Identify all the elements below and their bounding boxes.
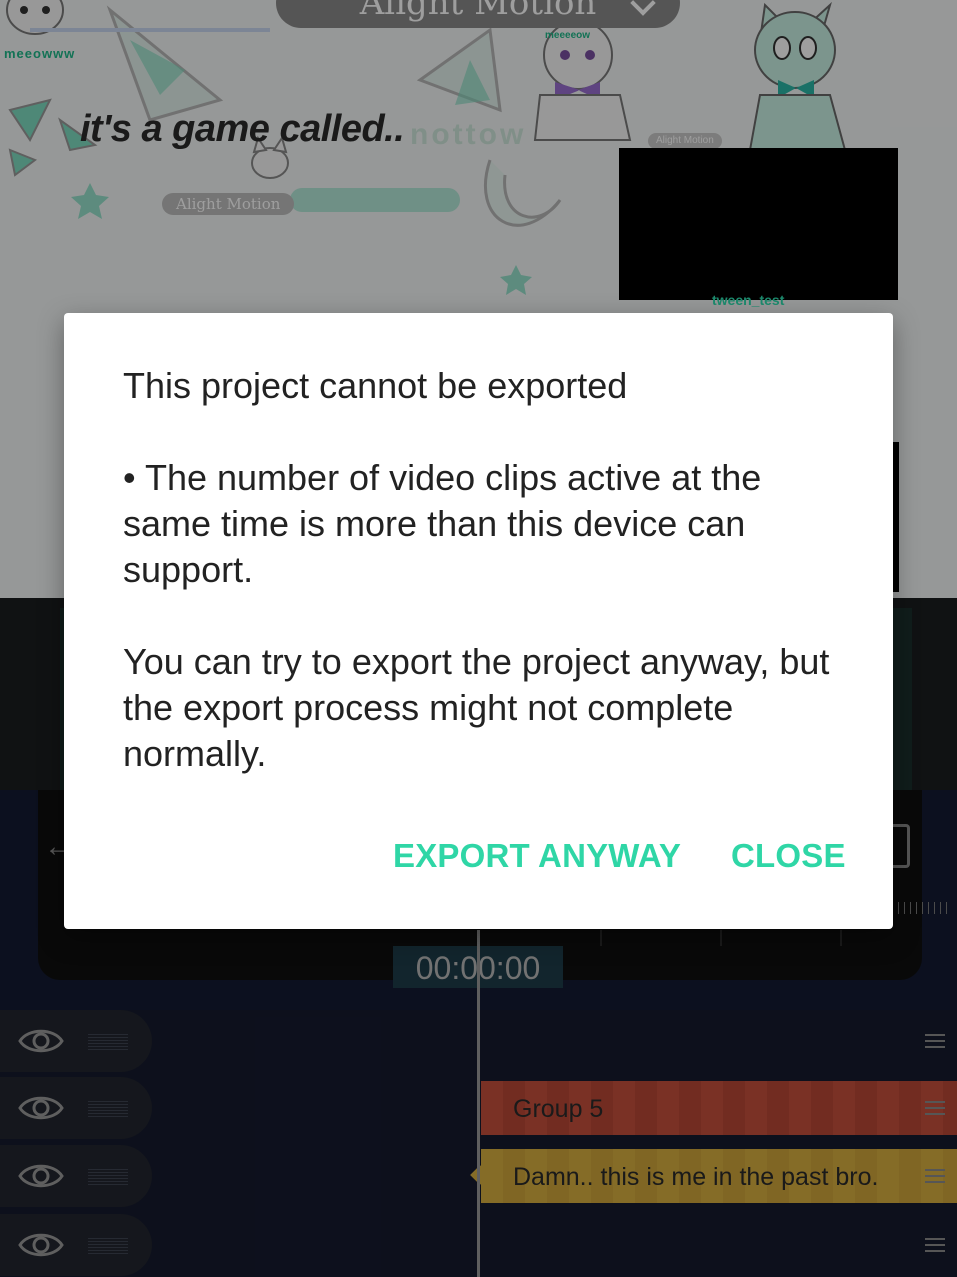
export-anyway-button[interactable]: EXPORT ANYWAY (393, 833, 681, 879)
dialog-bullet-text: • The number of video clips active at th… (123, 457, 762, 590)
app-root: Alight Motion meeowww meeeeow it's a gam… (0, 0, 957, 1277)
export-warning-dialog: This project cannot be exported • The nu… (64, 313, 893, 929)
dialog-note-text: You can try to export the project anyway… (123, 641, 830, 774)
close-button[interactable]: CLOSE (731, 833, 846, 879)
dialog-title: This project cannot be exported (123, 365, 628, 406)
